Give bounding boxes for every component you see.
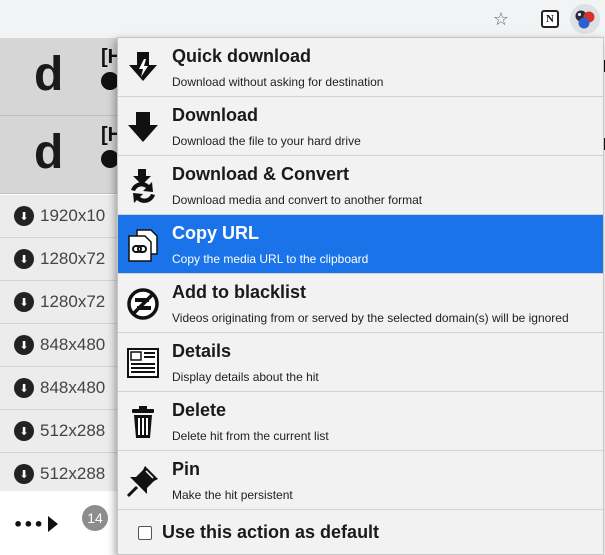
menu-item-description: Copy the media URL to the clipboard bbox=[172, 252, 369, 266]
menu-item-title: Add to blacklist bbox=[172, 282, 307, 302]
menu-item-title: Details bbox=[172, 341, 232, 361]
menu-item-pin[interactable]: Pin Make the hit persistent bbox=[118, 451, 603, 510]
variant-row[interactable]: ⬇ 848x480 bbox=[0, 324, 130, 367]
notion-extension-icon[interactable]: N bbox=[537, 6, 563, 32]
action-menu: Quick download Download without asking f… bbox=[117, 37, 604, 555]
details-icon bbox=[127, 348, 159, 378]
menu-item-description: Download media and convert to another fo… bbox=[172, 193, 423, 207]
variant-row[interactable]: ⬇ 512x288 bbox=[0, 410, 130, 453]
menu-item-add-to-blacklist[interactable]: Add to blacklist Videos originating from… bbox=[118, 274, 603, 333]
variant-row[interactable]: ⬇ 1920x10 bbox=[0, 195, 130, 238]
download-arrow-icon: ⬇ bbox=[14, 421, 34, 441]
variant-resolution: 1280x72 bbox=[40, 292, 106, 311]
menu-item-description: Download without asking for destination bbox=[172, 75, 384, 89]
menu-item-details[interactable]: Details Display details about the hit bbox=[118, 333, 603, 392]
variant-resolution: 1920x10 bbox=[40, 206, 106, 225]
menu-item-title: Delete bbox=[172, 400, 227, 420]
trash-icon bbox=[132, 406, 154, 438]
variant-row[interactable]: ⬇ 1280x72 bbox=[0, 281, 130, 324]
menu-item-download[interactable]: Download Download the file to your hard … bbox=[118, 97, 603, 156]
menu-item-quick-download[interactable]: Quick download Download without asking f… bbox=[118, 38, 603, 97]
default-action-label: Use this action as default bbox=[162, 522, 380, 542]
hit-header[interactable]: d [H bbox=[0, 38, 130, 116]
bookmark-star-icon[interactable]: ☆ bbox=[488, 6, 514, 32]
menu-item-title: Download bbox=[172, 105, 258, 125]
download-arrow-icon: ⬇ bbox=[14, 335, 34, 355]
site-logo: d bbox=[34, 48, 64, 101]
play-triangle-icon bbox=[47, 516, 58, 532]
hit-header[interactable]: d [H bbox=[0, 116, 130, 194]
site-logo: d bbox=[34, 126, 64, 179]
download-convert-icon bbox=[131, 169, 155, 203]
variant-resolution: 512x288 bbox=[40, 421, 106, 440]
variant-resolution: 1280x72 bbox=[40, 249, 106, 268]
menu-item-delete[interactable]: Delete Delete hit from the current list bbox=[118, 392, 603, 451]
menu-item-title: Download & Convert bbox=[172, 164, 350, 184]
menu-item-description: Display details about the hit bbox=[172, 370, 319, 384]
variant-resolution: 848x480 bbox=[40, 378, 106, 397]
download-arrow-icon: ⬇ bbox=[14, 292, 34, 312]
menu-item-copy-url[interactable]: Copy URL Copy the media URL to the clipb… bbox=[118, 215, 603, 274]
menu-item-title: Pin bbox=[172, 459, 201, 479]
screen: ☆ N d [H d [H ⬇ 1920x10 ⬇ 1280x72 ⬇ 1280… bbox=[0, 0, 605, 555]
variant-row[interactable]: ⬇ 512x288 bbox=[0, 453, 130, 496]
default-action-checkbox[interactable] bbox=[138, 525, 152, 540]
pin-icon bbox=[126, 466, 158, 498]
extension-balls-icon bbox=[575, 10, 595, 29]
variant-resolution: 512x288 bbox=[40, 464, 106, 483]
quick-download-icon bbox=[129, 52, 157, 81]
copy-url-icon bbox=[128, 229, 158, 262]
menu-item-title: Copy URL bbox=[172, 223, 259, 243]
download-arrow-icon: ⬇ bbox=[14, 206, 34, 226]
menu-item-description: Delete hit from the current list bbox=[172, 429, 329, 443]
download-arrow-icon: ⬇ bbox=[14, 249, 34, 269]
blacklist-icon bbox=[127, 288, 159, 320]
menu-item-description: Make the hit persistent bbox=[172, 488, 293, 502]
download-icon bbox=[128, 112, 158, 142]
menu-item-description: Videos originating from or served by the… bbox=[172, 311, 569, 325]
download-arrow-icon: ⬇ bbox=[14, 464, 34, 484]
menu-item-description: Download the file to your hard drive bbox=[172, 134, 361, 148]
browser-toolbar: ☆ N bbox=[0, 0, 605, 38]
hit-count-badge[interactable]: 14 bbox=[82, 505, 108, 531]
menu-item-title: Quick download bbox=[172, 46, 312, 66]
video-downloader-extension-icon[interactable] bbox=[570, 4, 600, 34]
variant-row[interactable]: ⬇ 1280x72 bbox=[0, 238, 130, 281]
more-actions-button[interactable]: ••• bbox=[13, 509, 61, 539]
download-arrow-icon: ⬇ bbox=[14, 378, 34, 398]
more-dots: ••• bbox=[13, 514, 44, 534]
variant-row[interactable]: ⬇ 848x480 bbox=[0, 367, 130, 410]
default-action-row[interactable]: Use this action as default bbox=[118, 511, 603, 554]
notion-logo: N bbox=[541, 10, 559, 28]
variant-resolution: 848x480 bbox=[40, 335, 106, 354]
menu-item-download-convert[interactable]: Download & Convert Download media and co… bbox=[118, 156, 603, 215]
